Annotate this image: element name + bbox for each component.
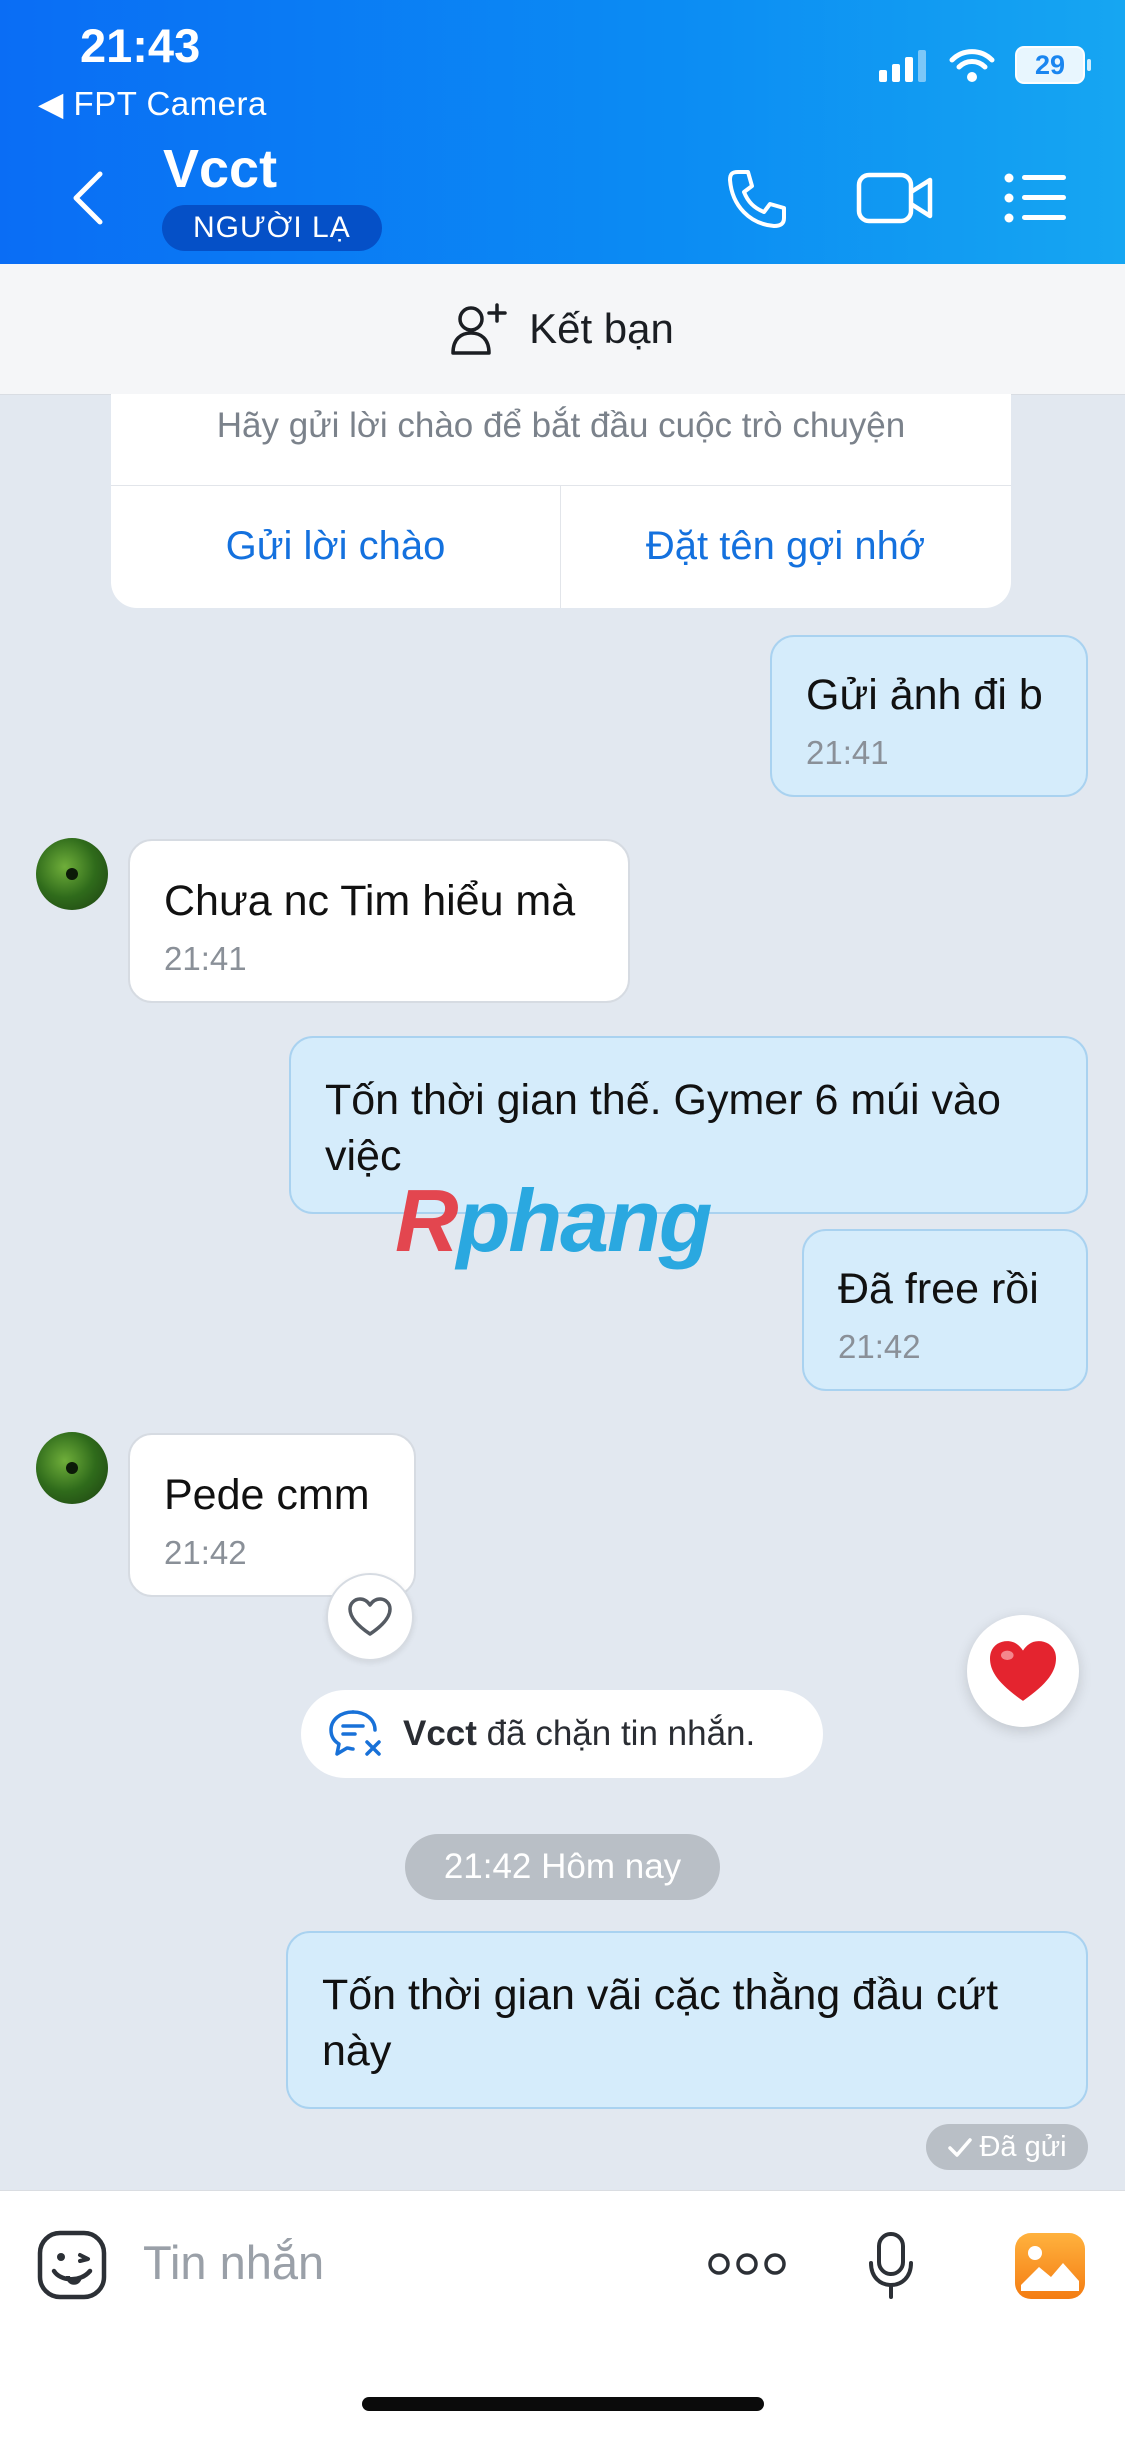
heart-outline-icon bbox=[348, 1597, 392, 1636]
message-time: 21:41 bbox=[164, 940, 247, 977]
react-heart-button[interactable] bbox=[326, 1573, 414, 1661]
message-blocked-icon bbox=[329, 1710, 381, 1756]
contact-name[interactable]: Vcct bbox=[163, 138, 277, 200]
watermark-logo: Rphang bbox=[395, 1171, 713, 1270]
wifi-icon bbox=[949, 49, 995, 82]
message-bubble-in[interactable]: Chưa nc Tim hiểu mà 21:41 bbox=[128, 839, 630, 1003]
checkmark-icon bbox=[948, 2138, 973, 2157]
heart-icon bbox=[990, 1641, 1056, 1701]
add-user-icon bbox=[451, 303, 507, 355]
message-text: Tốn thời gian thế. Gymer 6 múi vào việc bbox=[325, 1076, 1001, 1180]
chat-header: 21:43 ◀ FPT Camera 29 Vcct NGƯỜI LẠ bbox=[0, 0, 1125, 264]
add-friend-button[interactable]: Kết bạn bbox=[0, 264, 1125, 395]
message-text: Chưa nc Tim hiểu mà bbox=[164, 877, 576, 925]
message-text: Pede cmm bbox=[164, 1471, 370, 1519]
message-time: 21:42 bbox=[164, 1534, 247, 1571]
home-indicator bbox=[362, 2397, 764, 2411]
heart-reaction-button[interactable] bbox=[967, 1615, 1079, 1727]
microphone-icon[interactable] bbox=[866, 2231, 916, 2301]
message-text: Đã free rồi bbox=[838, 1265, 1039, 1313]
message-bubble-out[interactable]: Gửi ảnh đi b 21:41 bbox=[770, 635, 1088, 797]
status-time: 21:43 bbox=[80, 19, 201, 72]
image-gallery-icon[interactable] bbox=[1013, 2231, 1087, 2301]
greeting-card: Hãy gửi lời chào để bắt đầu cuộc trò chu… bbox=[111, 394, 1011, 608]
phone-call-icon[interactable] bbox=[724, 168, 788, 230]
send-greeting-button[interactable]: Gửi lời chào bbox=[111, 485, 560, 608]
date-separator: 21:42 Hôm nay bbox=[405, 1834, 720, 1900]
message-input[interactable]: Tin nhắn bbox=[143, 2235, 324, 2290]
battery-icon: 29 bbox=[1015, 46, 1091, 84]
back-arrow-icon[interactable] bbox=[68, 170, 108, 226]
message-time: 21:42 bbox=[838, 1328, 921, 1365]
back-to-app-link[interactable]: ◀ FPT Camera bbox=[38, 84, 267, 123]
stranger-badge: NGƯỜI LẠ bbox=[162, 205, 382, 251]
message-bubble-out[interactable]: Tốn thời gian vãi cặc thằng đầu cứt này bbox=[286, 1931, 1088, 2109]
sent-status-text: Đã gửi bbox=[979, 2130, 1067, 2163]
message-time: 21:41 bbox=[806, 734, 889, 771]
status-icons: 29 bbox=[879, 46, 1091, 84]
sticker-emoji-icon[interactable] bbox=[36, 2229, 108, 2301]
avatar[interactable] bbox=[36, 838, 108, 910]
blocked-notice: Vcct đã chặn tin nhắn. bbox=[301, 1690, 823, 1778]
greeting-hint: Hãy gửi lời chào để bắt đầu cuộc trò chu… bbox=[216, 406, 906, 445]
message-text: Gửi ảnh đi b bbox=[806, 671, 1043, 719]
video-call-icon[interactable] bbox=[856, 170, 934, 226]
more-options-icon[interactable] bbox=[706, 2251, 788, 2277]
avatar[interactable] bbox=[36, 1432, 108, 1504]
signal-icon bbox=[879, 50, 926, 82]
message-text: Tốn thời gian vãi cặc thằng đầu cứt này bbox=[322, 1971, 999, 2075]
set-nickname-button[interactable]: Đặt tên gợi nhớ bbox=[561, 485, 1010, 608]
message-bubble-out[interactable]: Đã free rồi 21:42 bbox=[802, 1229, 1088, 1391]
add-friend-label: Kết bạn bbox=[529, 305, 674, 352]
blocked-text: Vcct đã chặn tin nhắn. bbox=[403, 1714, 756, 1753]
sent-status-badge: Đã gửi bbox=[926, 2124, 1088, 2170]
menu-list-icon[interactable] bbox=[1004, 172, 1068, 224]
